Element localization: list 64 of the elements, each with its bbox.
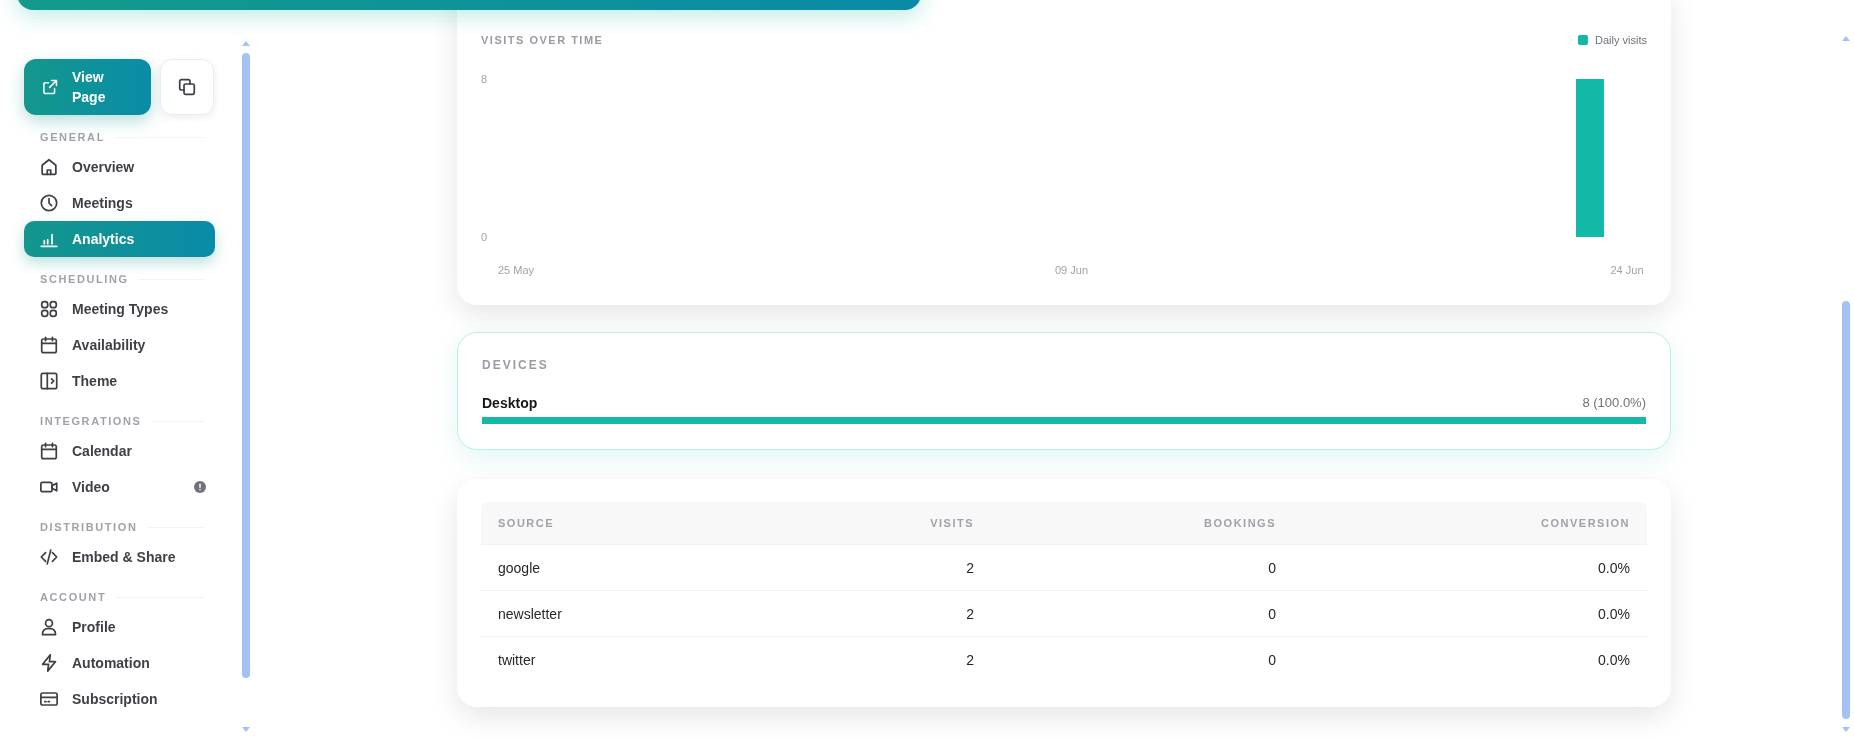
- table-cell-text: 0.0%: [1597, 605, 1631, 622]
- nav-item[interactable]: Overview: [24, 149, 215, 185]
- nav-section-label: DISTRIBUTION: [39, 520, 138, 534]
- calendar-icon: [40, 336, 58, 354]
- clock-icon: [40, 194, 58, 212]
- table-cell-text: 0.0%: [1597, 651, 1631, 668]
- legend-label: Daily visits: [1595, 33, 1647, 48]
- nav-item[interactable]: Calendar: [24, 433, 215, 469]
- user-icon: [40, 618, 58, 636]
- table-cell-text: 0: [1267, 559, 1277, 576]
- nav-section-label: INTEGRATIONS: [39, 414, 142, 428]
- x-axis-label: 24 Jun: [1610, 264, 1644, 276]
- x-axis-label: 25 May: [497, 264, 535, 276]
- nav-item[interactable]: Meetings: [24, 185, 215, 221]
- nav-item[interactable]: Availability: [24, 327, 215, 363]
- home-icon: [40, 158, 58, 176]
- scrollbar-thumb[interactable]: [1842, 301, 1850, 719]
- calendar-icon: [40, 442, 58, 460]
- nav-section-label: ACCOUNT: [39, 590, 107, 604]
- device-reading: 8 (100.0%): [1582, 395, 1646, 411]
- column-header: SOURCE: [497, 517, 556, 529]
- credit-card-icon: [40, 690, 58, 708]
- y-axis-label: 8: [481, 73, 488, 85]
- copy-button[interactable]: [160, 59, 214, 115]
- scrollbar-thumb[interactable]: [242, 53, 250, 678]
- nav-item[interactable]: Analytics: [24, 221, 215, 257]
- lightning-icon: [40, 654, 58, 672]
- nav-section-label: SCHEDULING: [39, 272, 129, 286]
- table-cell-text: 2: [965, 651, 975, 668]
- panel-icon: [40, 372, 58, 390]
- nav-item[interactable]: Automation: [24, 645, 215, 681]
- external-link-icon: [42, 79, 58, 95]
- chart-title: VISITS OVER TIME: [481, 33, 604, 48]
- y-axis-label: 0: [481, 231, 488, 243]
- table-cell-text: 0.0%: [1597, 559, 1631, 576]
- nav-item[interactable]: Embed & Share: [24, 539, 215, 575]
- copy-icon: [178, 78, 196, 96]
- table-cell-text: google: [497, 559, 542, 576]
- column-header: BOOKINGS: [1203, 517, 1277, 529]
- scroll-down-arrow-icon[interactable]: [242, 727, 250, 732]
- nav-item[interactable]: Subscription: [24, 681, 215, 717]
- table-cell-text: 0: [1267, 605, 1277, 622]
- table-cell-text: 2: [965, 559, 975, 576]
- scroll-up-arrow-icon[interactable]: [1842, 36, 1850, 41]
- nav-item[interactable]: Theme: [24, 363, 215, 399]
- view-page-button[interactable]: View Page: [24, 59, 151, 115]
- scroll-up-arrow-icon[interactable]: [242, 41, 250, 46]
- x-axis-label: 09 Jun: [1055, 264, 1088, 276]
- code-icon: [40, 548, 58, 566]
- table-cell-text: newsletter: [497, 605, 563, 622]
- column-header: CONVERSION: [1540, 517, 1631, 529]
- nav-section-label: GENERAL: [39, 130, 105, 144]
- nav-item[interactable]: Meeting Types: [24, 291, 215, 327]
- scroll-down-arrow-icon[interactable]: [1842, 727, 1850, 732]
- table-cell-text: twitter: [497, 651, 537, 668]
- card-title: DEVICES: [482, 357, 550, 373]
- grid-icon: [40, 300, 58, 318]
- nav-item[interactable]: Profile: [24, 609, 215, 645]
- table-cell-text: 0: [1267, 651, 1277, 668]
- column-header: VISITS: [929, 517, 975, 529]
- video-camera-icon: [40, 478, 58, 496]
- device-name: Desktop: [482, 395, 538, 411]
- table-cell-text: 2: [965, 605, 975, 622]
- nav-item[interactable]: Video: [24, 469, 215, 505]
